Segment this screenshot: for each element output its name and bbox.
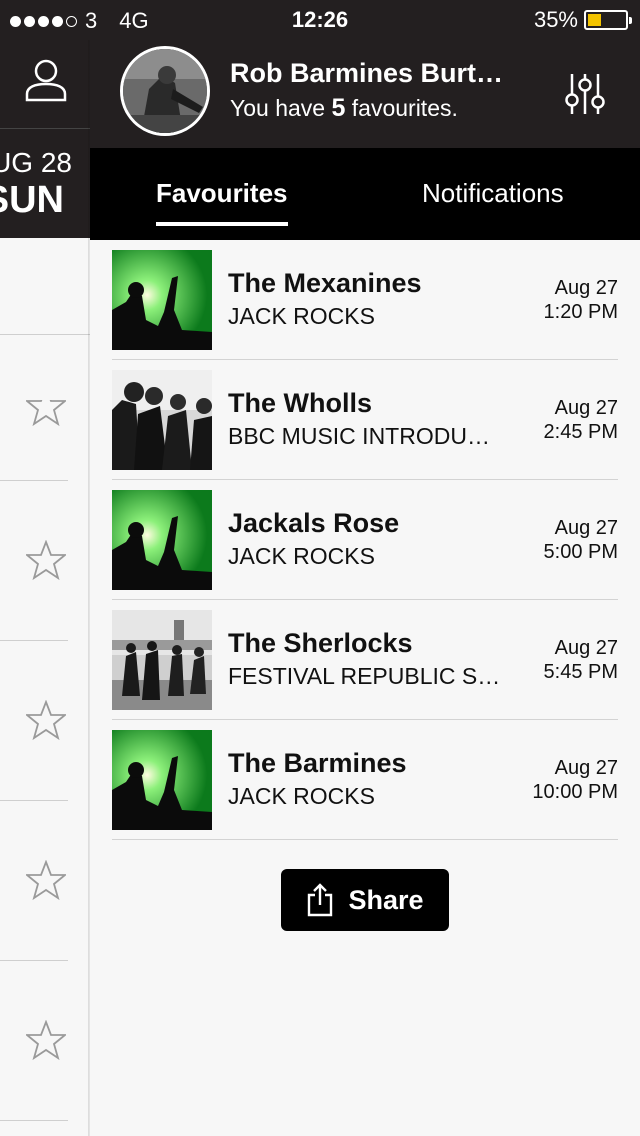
artist-name: The Sherlocks xyxy=(228,628,413,658)
star-icon[interactable] xyxy=(26,1020,66,1060)
stage-name: JACK ROCKS xyxy=(228,543,375,569)
share-label: Share xyxy=(348,884,424,915)
performance-time: Aug 27 1:20 PM xyxy=(544,276,618,324)
divider xyxy=(0,640,68,641)
favourites-panel: Rob Barmines Burt… You have 5 favourites… xyxy=(90,40,640,1136)
profile-header: Rob Barmines Burt… You have 5 favourites… xyxy=(90,40,640,148)
artist-name: The Barmines xyxy=(228,748,407,778)
user-icon[interactable] xyxy=(25,58,67,102)
performance-date: Aug 27 xyxy=(554,757,618,779)
favourites-count-text: You have 5 favourites. xyxy=(230,94,458,123)
performance-date: Aug 27 xyxy=(554,397,618,419)
performance-clock: 1:20 PM xyxy=(543,301,618,323)
share-button[interactable]: Share xyxy=(281,869,449,931)
tab-bar: Favourites Notifications xyxy=(90,148,640,240)
divider xyxy=(0,960,68,961)
status-bar: 3 4G 12:26 35% xyxy=(0,0,640,40)
list-item[interactable]: The Sherlocks FESTIVAL REPUBLIC S… Aug 2… xyxy=(112,600,618,720)
tab-notifications[interactable]: Notifications xyxy=(422,178,564,209)
battery-percent: 35% xyxy=(533,7,578,32)
performance-time: Aug 27 10:00 PM xyxy=(532,756,618,804)
artist-thumbnail xyxy=(112,730,212,830)
artist-thumbnail xyxy=(112,610,212,710)
left-panel-header xyxy=(0,40,90,128)
performance-date: Aug 27 xyxy=(554,517,618,539)
performance-clock: 5:00 PM xyxy=(543,541,618,563)
favourites-count: 5 xyxy=(331,94,346,122)
profile-name: Rob Barmines Burt… xyxy=(230,58,504,88)
stage-name: BBC MUSIC INTRODU… xyxy=(228,423,490,449)
performance-time: Aug 27 2:45 PM xyxy=(544,396,618,444)
active-tab-indicator xyxy=(156,222,288,226)
divider xyxy=(0,1120,68,1121)
stage-name: JACK ROCKS xyxy=(228,303,375,329)
artist-thumbnail xyxy=(112,250,212,350)
divider xyxy=(0,800,68,801)
favourites-list: The Mexanines JACK ROCKS Aug 27 1:20 PM xyxy=(112,240,618,840)
left-panel: AUG 28 SUN xyxy=(0,40,90,1136)
performance-time: Aug 27 5:00 PM xyxy=(544,516,618,564)
star-icon[interactable] xyxy=(26,540,66,580)
performance-time: Aug 27 5:45 PM xyxy=(544,636,618,684)
list-item[interactable]: The Wholls BBC MUSIC INTRODU… Aug 27 2:4… xyxy=(112,360,618,480)
date-header: AUG 28 SUN xyxy=(0,128,90,238)
stage-name: FESTIVAL REPUBLIC S… xyxy=(228,663,501,689)
artist-name: The Wholls xyxy=(228,388,372,418)
subtitle-suffix: favourites. xyxy=(351,95,458,121)
artist-thumbnail xyxy=(112,370,212,470)
performance-date: Aug 27 xyxy=(554,637,618,659)
tab-notifications-label: Notifications xyxy=(422,178,564,208)
date-line2: SUN xyxy=(0,179,64,221)
divider xyxy=(0,480,68,481)
artist-name: The Mexanines xyxy=(228,268,422,298)
date-line1: AUG 28 xyxy=(0,147,72,178)
list-item[interactable]: Jackals Rose JACK ROCKS Aug 27 5:00 PM xyxy=(112,480,618,600)
divider xyxy=(0,334,90,335)
list-item[interactable]: The Mexanines JACK ROCKS Aug 27 1:20 PM xyxy=(112,240,618,360)
star-icon[interactable] xyxy=(26,386,66,426)
list-item[interactable]: The Barmines JACK ROCKS Aug 27 10:00 PM xyxy=(112,720,618,840)
star-icon[interactable] xyxy=(26,700,66,740)
performance-clock: 10:00 PM xyxy=(532,781,618,803)
battery-icon xyxy=(584,10,632,30)
stage-name: JACK ROCKS xyxy=(228,783,375,809)
sliders-icon[interactable] xyxy=(564,72,606,116)
tab-favourites[interactable]: Favourites xyxy=(156,178,288,226)
performance-clock: 2:45 PM xyxy=(543,421,618,443)
star-icon[interactable] xyxy=(26,860,66,900)
performance-date: Aug 27 xyxy=(554,277,618,299)
subtitle-prefix: You have xyxy=(230,95,326,121)
avatar[interactable] xyxy=(120,46,210,136)
artist-name: Jackals Rose xyxy=(228,508,400,538)
tab-favourites-label: Favourites xyxy=(156,178,288,208)
artist-thumbnail xyxy=(112,490,212,590)
status-right: 35% xyxy=(533,7,632,33)
performance-clock: 5:45 PM xyxy=(543,661,618,683)
share-icon xyxy=(308,883,333,917)
